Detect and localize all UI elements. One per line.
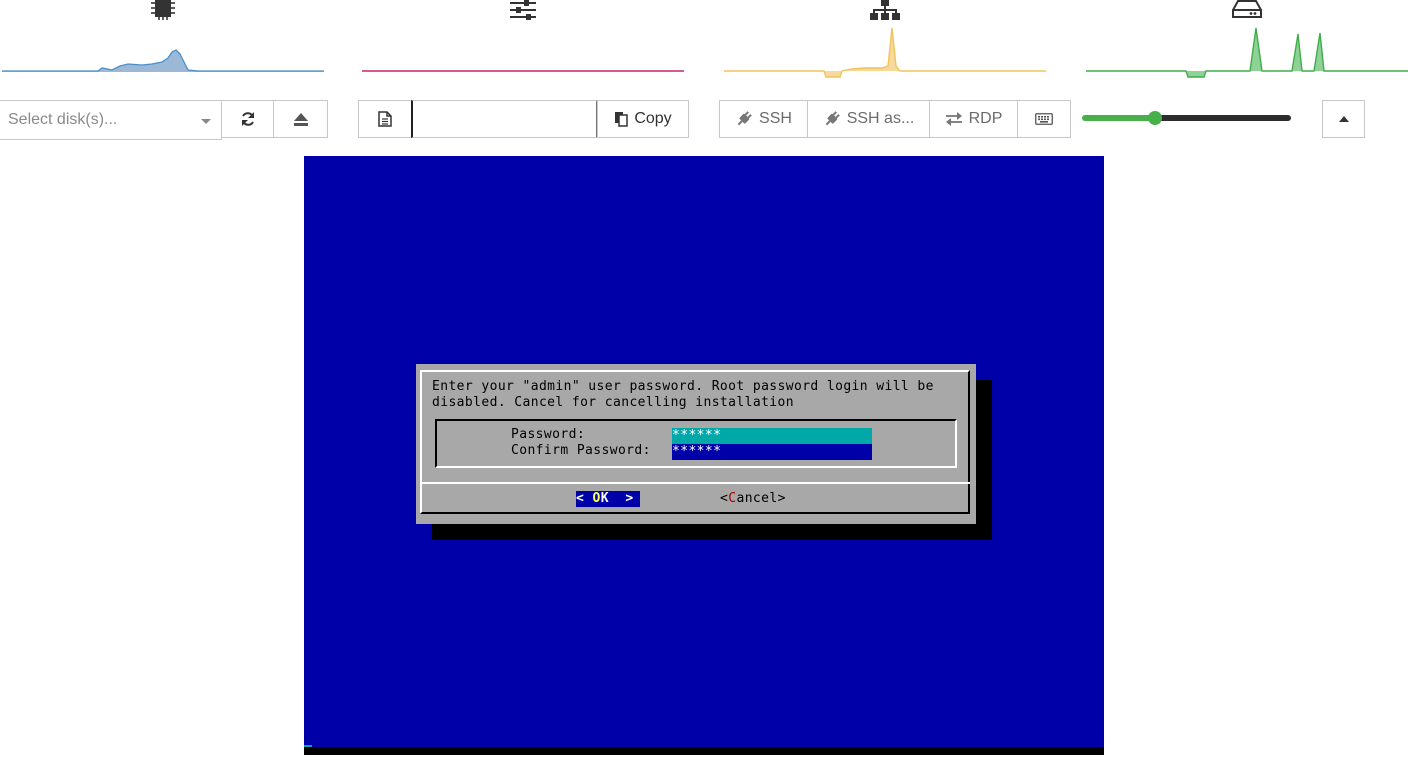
clipboard-input[interactable] xyxy=(411,100,598,138)
copy-label: Copy xyxy=(634,110,672,127)
file-text-icon xyxy=(378,111,392,127)
copy-icon xyxy=(615,112,629,127)
ok-button[interactable]: < OK > xyxy=(576,491,640,507)
dialog-message-line1: Enter your "admin" user password. Root p… xyxy=(432,379,934,394)
cancel-open: < xyxy=(720,491,729,506)
copy-button[interactable]: Copy xyxy=(597,100,689,138)
ok-close: > xyxy=(608,491,634,506)
cpu-graph xyxy=(2,0,324,82)
eject-icon xyxy=(293,113,308,126)
password-dialog: Enter your "admin" user password. Root p… xyxy=(416,364,976,524)
disk-select-placeholder: Select disk(s)... xyxy=(8,111,118,128)
rdp-button[interactable]: RDP xyxy=(929,100,1018,138)
refresh-icon xyxy=(241,112,254,126)
cancel-rest: ancel> xyxy=(736,491,786,506)
password-field[interactable]: ****** xyxy=(672,428,872,444)
dialog-message: Enter your "admin" user password. Root p… xyxy=(432,379,934,411)
network-graph xyxy=(724,0,1046,82)
collapse-toolbar-button[interactable] xyxy=(1322,100,1365,138)
ssh-label: SSH xyxy=(759,110,792,127)
plug-icon xyxy=(825,111,840,126)
ok-hotkey: O xyxy=(592,491,601,506)
eject-button[interactable] xyxy=(273,100,328,138)
confirm-password-label: Confirm Password: xyxy=(511,443,651,458)
plug-icon xyxy=(737,111,752,126)
memory-graph xyxy=(362,0,684,82)
scale-slider[interactable] xyxy=(1082,111,1291,125)
caret-up-icon xyxy=(1338,116,1349,122)
password-label: Password: xyxy=(511,427,586,442)
slider-thumb[interactable] xyxy=(1148,111,1162,125)
ok-rest: K xyxy=(600,491,609,506)
dialog-separator xyxy=(420,482,970,484)
exchange-icon xyxy=(945,112,962,126)
dialog-message-line2: disabled. Cancel for cancelling installa… xyxy=(432,395,794,410)
disk-select[interactable]: Select disk(s)... xyxy=(0,100,222,140)
ssh-as-label: SSH as... xyxy=(846,110,915,127)
refresh-disks-button[interactable] xyxy=(221,100,274,138)
slider-track-fill xyxy=(1082,115,1155,121)
console-bottom-bar xyxy=(304,747,1104,755)
keyboard-button[interactable] xyxy=(1017,100,1071,138)
disk-graph xyxy=(1086,0,1408,82)
ok-open: < xyxy=(576,491,593,506)
confirm-password-field[interactable]: ****** xyxy=(672,444,872,460)
chevron-down-icon xyxy=(201,119,211,124)
cancel-button[interactable]: <Cancel> xyxy=(720,491,786,507)
vm-console-screen[interactable]: Enter your "admin" user password. Root p… xyxy=(304,156,1104,755)
rdp-label: RDP xyxy=(968,110,1003,127)
ssh-button[interactable]: SSH xyxy=(719,100,808,138)
keyboard-icon xyxy=(1035,113,1053,125)
ssh-as-button[interactable]: SSH as... xyxy=(807,100,930,138)
slider-track xyxy=(1155,115,1291,121)
clipboard-file-button[interactable] xyxy=(358,100,412,138)
